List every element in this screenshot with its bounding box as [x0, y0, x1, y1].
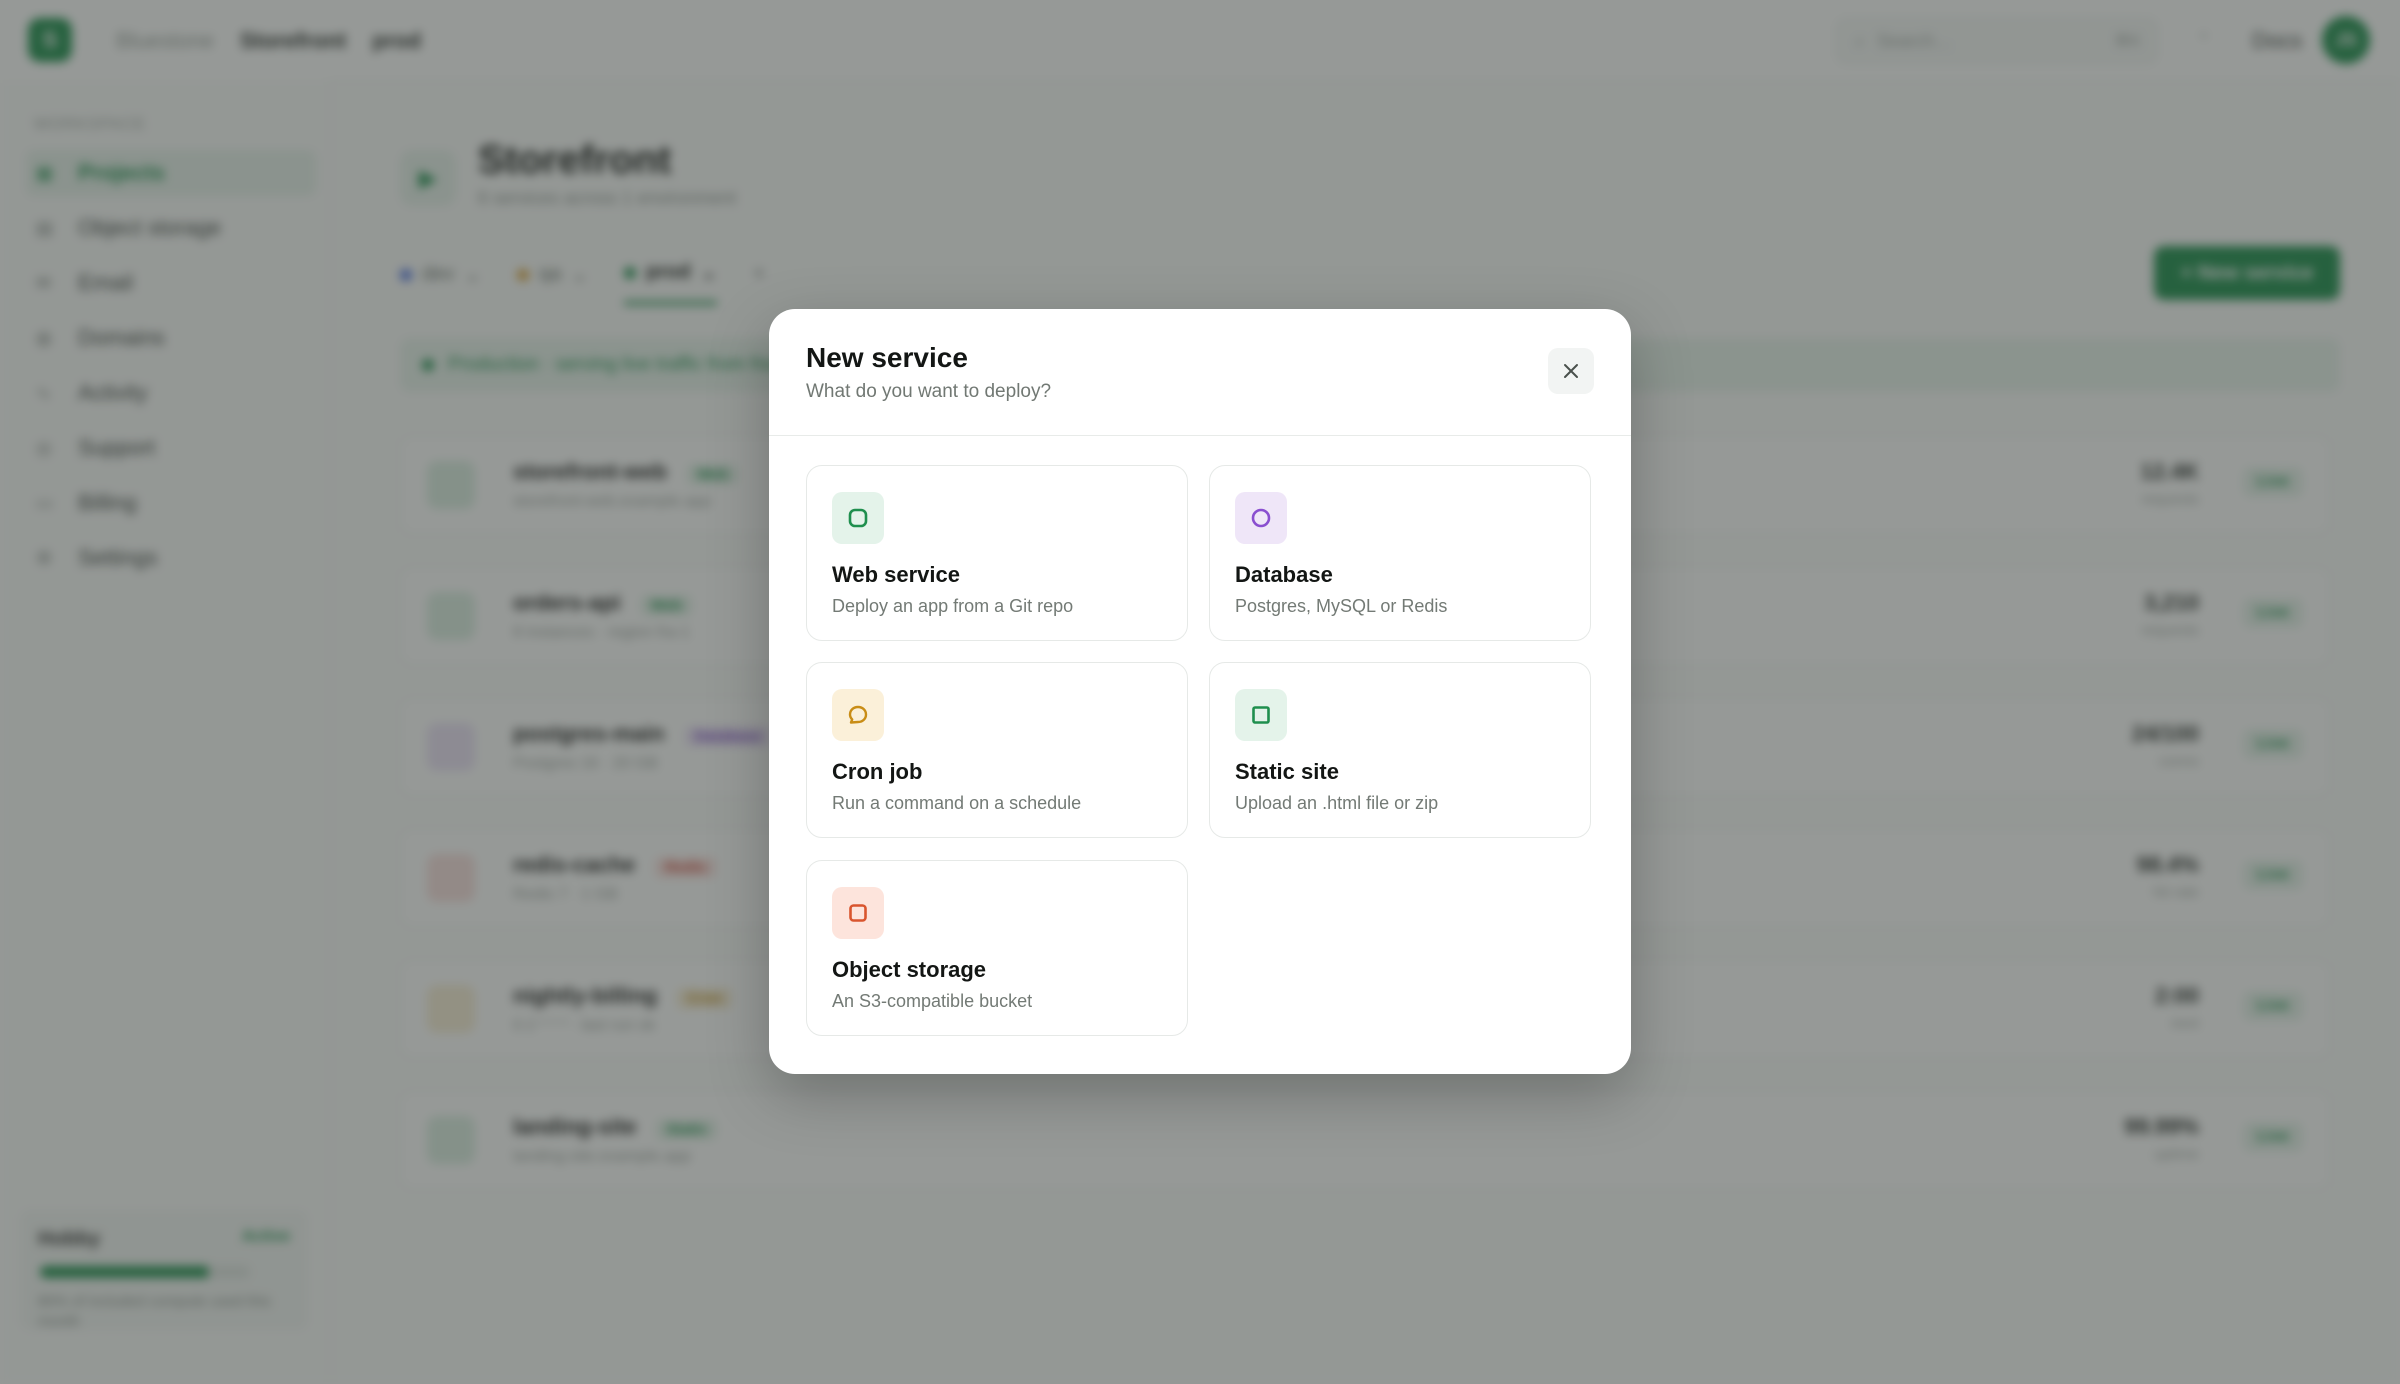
- rounded-square-icon: [832, 492, 884, 544]
- rounded-square-icon: [832, 887, 884, 939]
- option-description: Deploy an app from a Git repo: [832, 596, 1074, 616]
- option-object-storage[interactable]: Object storage An S3-compatible bucket: [806, 860, 1188, 1036]
- modal-title: New service: [806, 342, 968, 373]
- option-description: Upload an .html file or zip: [1235, 793, 1439, 813]
- new-service-modal: New service What do you want to deploy? …: [769, 309, 1631, 1074]
- option-web-service[interactable]: Web service Deploy an app from a Git rep…: [806, 465, 1188, 641]
- option-description: Run a command on a schedule: [832, 793, 1082, 813]
- square-icon: [1235, 689, 1287, 741]
- modal-divider: [769, 435, 1631, 436]
- option-title: Cron job: [832, 759, 923, 784]
- option-title: Web service: [832, 562, 961, 587]
- close-button[interactable]: [1548, 348, 1594, 394]
- option-title: Database: [1235, 562, 1333, 587]
- circle-icon: [1235, 492, 1287, 544]
- close-icon: [1564, 364, 1578, 378]
- option-title: Object storage: [832, 957, 987, 982]
- option-description: An S3-compatible bucket: [832, 991, 1033, 1011]
- speech-bubble-icon: [832, 689, 884, 741]
- option-title: Static site: [1235, 759, 1339, 784]
- modal-subtitle: What do you want to deploy?: [806, 381, 1052, 402]
- option-database[interactable]: Database Postgres, MySQL or Redis: [1209, 465, 1591, 641]
- option-description: Postgres, MySQL or Redis: [1235, 596, 1448, 616]
- option-static-site[interactable]: Static site Upload an .html file or zip: [1209, 662, 1591, 838]
- option-cron-job[interactable]: Cron job Run a command on a schedule: [806, 662, 1188, 838]
